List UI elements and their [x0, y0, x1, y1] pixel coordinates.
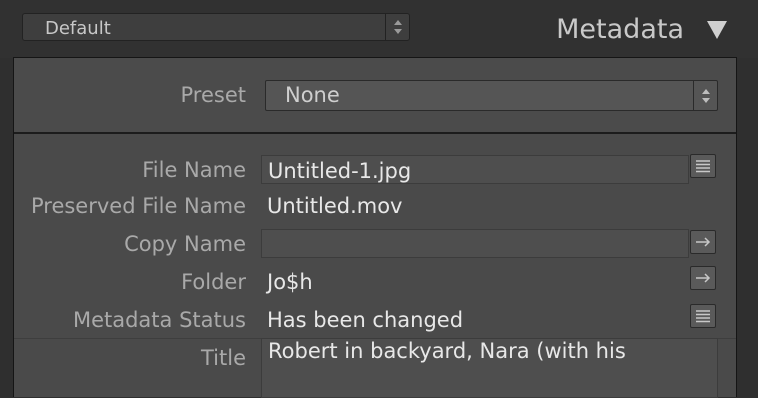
list-icon[interactable]	[690, 154, 716, 178]
develop-preset-dropdown[interactable]: Default	[22, 13, 410, 41]
file-name-value: Untitled-1.jpg	[268, 159, 412, 183]
up-down-stepper-icon	[693, 81, 717, 110]
panel-header: Default Metadata	[0, 0, 758, 58]
copy-name-label: Copy Name	[124, 232, 246, 256]
develop-preset-value: Default	[45, 18, 111, 39]
metadata-panel: Preset None File Name Untitled-1.jpg Pre…	[13, 57, 737, 398]
file-name-field[interactable]: Untitled-1.jpg	[261, 155, 689, 184]
title-value: Robert in backyard, Nara (with his	[268, 339, 626, 363]
folder-value: Jo$h	[267, 270, 313, 294]
arrow-right-icon[interactable]	[690, 230, 716, 254]
preset-row: Preset None	[14, 58, 736, 134]
panel-title[interactable]: Metadata	[556, 14, 684, 45]
triangle-down-icon[interactable]	[706, 20, 728, 40]
file-name-label: File Name	[142, 158, 246, 182]
up-down-stepper-icon	[385, 14, 409, 40]
arrow-right-icon[interactable]	[690, 266, 716, 290]
title-label: Title	[200, 346, 246, 370]
metadata-preset-select[interactable]: None	[265, 80, 718, 111]
preserved-file-name-value: Untitled.mov	[267, 194, 403, 218]
folder-label: Folder	[181, 270, 246, 294]
metadata-status-label: Metadata Status	[72, 308, 246, 332]
copy-name-field[interactable]	[261, 229, 689, 258]
metadata-preset-value: None	[285, 83, 340, 107]
title-field[interactable]: Robert in backyard, Nara (with his	[261, 338, 718, 398]
preserved-file-name-label: Preserved File Name	[30, 194, 246, 218]
list-icon[interactable]	[690, 304, 716, 328]
preset-label: Preset	[180, 83, 246, 107]
metadata-status-value: Has been changed	[267, 308, 464, 332]
